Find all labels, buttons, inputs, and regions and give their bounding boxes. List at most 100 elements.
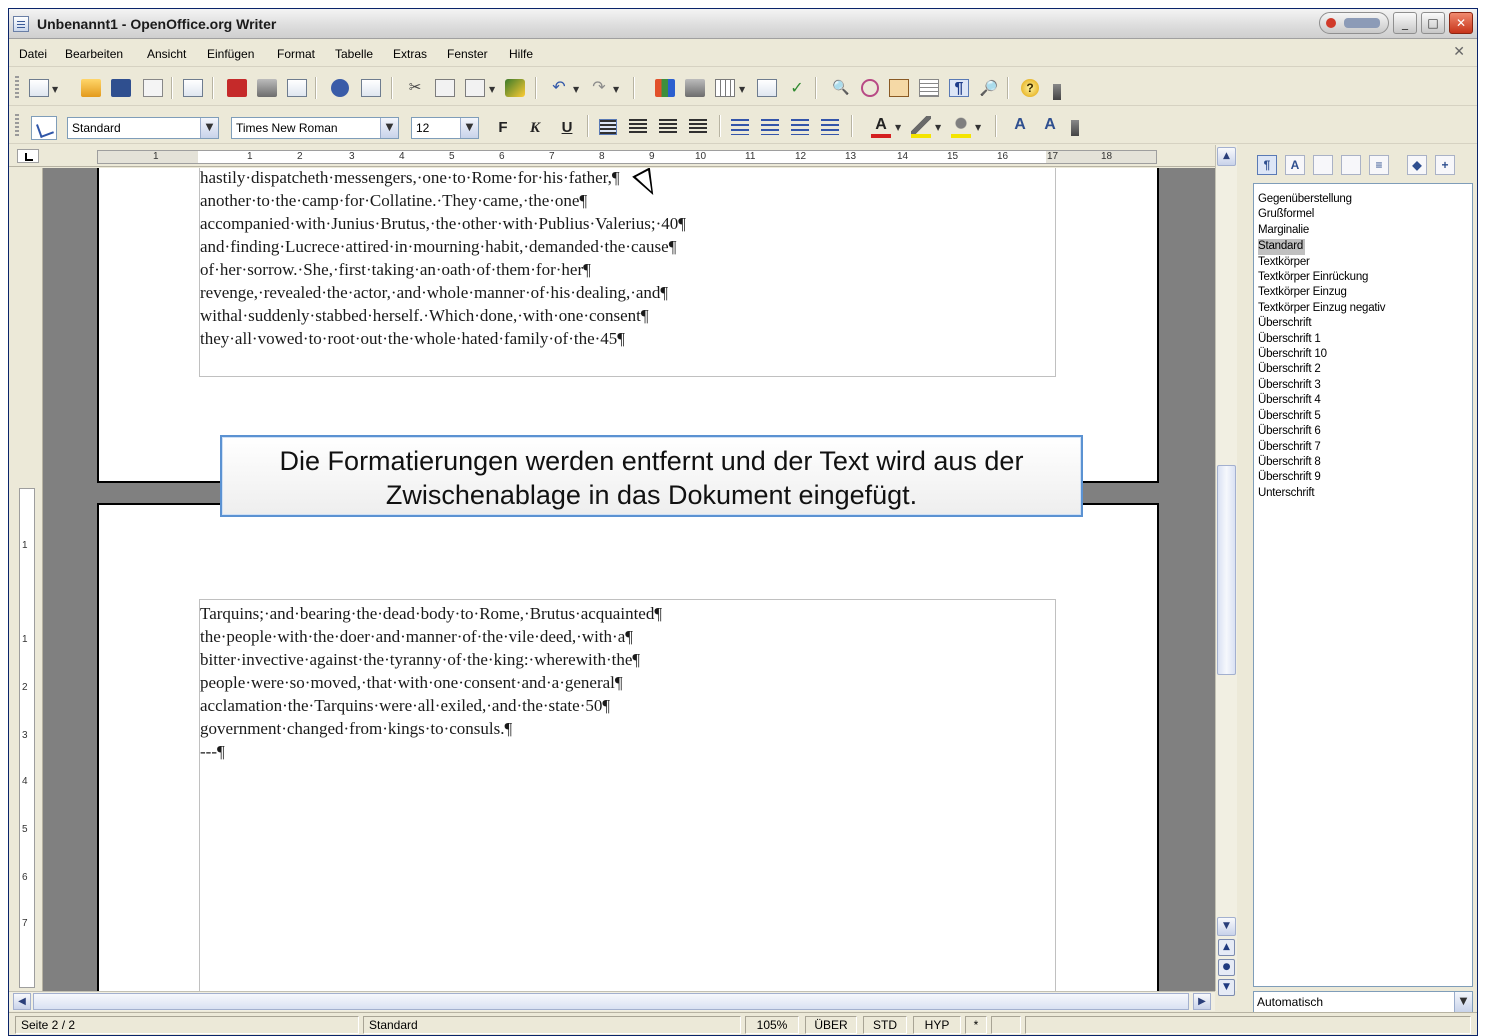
chevron-down-icon[interactable]: ▼ bbox=[460, 118, 478, 138]
zoom-indicator[interactable]: 105% bbox=[745, 1016, 799, 1034]
toolbar-more-icon[interactable] bbox=[1071, 120, 1079, 136]
highlight-dropdown-arrow-icon[interactable]: ▼ bbox=[935, 123, 941, 132]
new-style-from-selection-icon[interactable]: + bbox=[1435, 155, 1455, 175]
paragraph-format-icon[interactable]: A bbox=[1039, 116, 1061, 138]
selection-mode-indicator[interactable]: STD bbox=[863, 1016, 907, 1034]
text-line[interactable]: ---¶ bbox=[200, 740, 662, 763]
document-modified-indicator[interactable]: * bbox=[965, 1016, 987, 1034]
style-item[interactable]: Überschrift 5 bbox=[1258, 409, 1472, 424]
align-center-icon[interactable] bbox=[629, 119, 647, 135]
menu-tabelle[interactable]: Tabelle bbox=[335, 47, 373, 61]
horizontal-scroll-thumb[interactable] bbox=[33, 993, 1189, 1010]
scroll-left-button[interactable]: ◀ bbox=[13, 993, 31, 1010]
text-line[interactable]: of·her·sorrow.·She,·first·taking·an·oath… bbox=[200, 258, 686, 281]
page-1-text[interactable]: hastily·dispatcheth·messengers,·one·to·R… bbox=[200, 168, 686, 350]
undo-icon[interactable]: ↶ bbox=[549, 79, 569, 97]
save-disk-icon[interactable] bbox=[111, 79, 131, 97]
table-dropdown-arrow-icon[interactable]: ▼ bbox=[739, 85, 745, 94]
style-item-selected[interactable]: Standard bbox=[1258, 239, 1306, 255]
export-pdf-icon[interactable] bbox=[227, 79, 247, 97]
menu-hilfe[interactable]: Hilfe bbox=[509, 47, 533, 61]
cut-icon[interactable]: ✂ bbox=[405, 79, 425, 97]
style-item[interactable]: Textkörper Einrückung bbox=[1258, 270, 1472, 285]
text-line[interactable]: Tarquins;·and·bearing·the·dead·body·to·R… bbox=[200, 602, 662, 625]
style-item[interactable]: Überschrift 8 bbox=[1258, 455, 1472, 470]
style-item[interactable]: Überschrift 2 bbox=[1258, 362, 1472, 377]
tab-stop-type-icon[interactable] bbox=[17, 149, 39, 163]
text-line[interactable]: government·changed·from·kings·to·consuls… bbox=[200, 717, 662, 740]
chevron-down-icon[interactable]: ▼ bbox=[1454, 992, 1472, 1012]
styles-formatting-icon[interactable] bbox=[31, 116, 57, 140]
gallery-icon[interactable] bbox=[889, 79, 909, 97]
toolbar-grip[interactable] bbox=[15, 76, 19, 98]
digital-signature-indicator[interactable] bbox=[991, 1016, 1021, 1034]
menu-einfuegen[interactable]: Einfügen bbox=[207, 47, 254, 61]
help-icon[interactable]: ? bbox=[1021, 79, 1039, 97]
stylist-splitter[interactable] bbox=[1237, 145, 1247, 1011]
open-folder-icon[interactable] bbox=[81, 79, 101, 97]
check-icon[interactable]: ✓ bbox=[787, 79, 807, 97]
decrease-indent-icon[interactable] bbox=[791, 119, 809, 135]
font-color-dropdown-arrow-icon[interactable]: ▼ bbox=[895, 123, 901, 132]
menu-format[interactable]: Format bbox=[277, 47, 315, 61]
style-list[interactable]: Gegenüberstellung Grußformel Marginalie … bbox=[1253, 183, 1473, 987]
new-document-icon[interactable] bbox=[29, 79, 49, 97]
font-color-icon[interactable]: A bbox=[871, 116, 891, 138]
bold-button[interactable]: F bbox=[493, 118, 513, 138]
scroll-right-button[interactable]: ▶ bbox=[1193, 993, 1211, 1010]
text-line[interactable]: hastily·dispatcheth·messengers,·one·to·R… bbox=[200, 168, 686, 189]
frame-styles-icon[interactable] bbox=[1313, 155, 1333, 175]
spellcheck-icon[interactable] bbox=[331, 79, 349, 97]
page-styles-icon[interactable] bbox=[1341, 155, 1361, 175]
background-color-icon[interactable] bbox=[951, 116, 971, 138]
close-document-icon[interactable]: ✕ bbox=[1453, 44, 1465, 60]
next-page-icon[interactable]: ▼ bbox=[1218, 979, 1235, 996]
style-item[interactable]: Grußformel bbox=[1258, 207, 1472, 222]
menu-bearbeiten[interactable]: Bearbeiten bbox=[65, 47, 123, 61]
document-page-2[interactable]: Tarquins;·and·bearing·the·dead·body·to·R… bbox=[97, 503, 1159, 991]
text-line[interactable]: the·people·with·the·doer·and·manner·of·t… bbox=[200, 625, 662, 648]
menu-ansicht[interactable]: Ansicht bbox=[147, 47, 186, 61]
font-size-select[interactable]: 12 ▼ bbox=[411, 117, 479, 139]
menu-datei[interactable]: Datei bbox=[19, 47, 47, 61]
paragraph-styles-icon[interactable]: ¶ bbox=[1257, 155, 1277, 175]
page-2-text[interactable]: Tarquins;·and·bearing·the·dead·body·to·R… bbox=[200, 602, 662, 763]
style-item[interactable]: Marginalie bbox=[1258, 223, 1472, 238]
align-left-icon[interactable] bbox=[599, 119, 617, 135]
navigation-icon[interactable]: ● bbox=[1218, 959, 1235, 976]
vertical-scroll-thumb[interactable] bbox=[1217, 465, 1236, 675]
page-indicator[interactable]: Seite 2 / 2 bbox=[15, 1016, 359, 1034]
text-line[interactable]: people·were·so·moved,·that·with·one·cons… bbox=[200, 671, 662, 694]
close-button[interactable]: ✕ bbox=[1449, 12, 1473, 34]
paste-dropdown-arrow-icon[interactable]: ▼ bbox=[489, 85, 495, 94]
highlighting-icon[interactable] bbox=[911, 116, 931, 138]
text-line[interactable]: acclamation·the·Tarquins·were·all·exiled… bbox=[200, 694, 662, 717]
text-line[interactable]: accompanied·with·Junius·Brutus,·the·othe… bbox=[200, 212, 686, 235]
style-item[interactable]: Überschrift 3 bbox=[1258, 378, 1472, 393]
fill-format-mode-icon[interactable]: ◆ bbox=[1407, 155, 1427, 175]
chevron-down-icon[interactable]: ▼ bbox=[380, 118, 398, 138]
bullets-icon[interactable] bbox=[761, 119, 779, 135]
show-draw-functions-icon[interactable] bbox=[757, 79, 777, 97]
horizontal-ruler[interactable]: 1 1 2 3 4 5 6 7 8 9 10 11 12 13 14 15 16… bbox=[9, 145, 1215, 167]
scroll-up-button[interactable]: ▲ bbox=[1217, 147, 1236, 166]
hyperlink-mode-indicator[interactable]: HYP bbox=[913, 1016, 961, 1034]
font-name-select[interactable]: Times New Roman ▼ bbox=[231, 117, 399, 139]
style-item[interactable]: Überschrift 9 bbox=[1258, 470, 1472, 485]
text-boundary[interactable]: Tarquins;·and·bearing·the·dead·body·to·R… bbox=[199, 599, 1056, 991]
taskbar-extra-icon[interactable] bbox=[1319, 12, 1389, 34]
zoom-icon[interactable]: 🔎 bbox=[979, 79, 999, 97]
style-item[interactable]: Textkörper bbox=[1258, 255, 1472, 270]
edit-file-icon[interactable] bbox=[183, 79, 203, 97]
scroll-down-button[interactable]: ▼ bbox=[1217, 917, 1236, 936]
text-line[interactable]: withal·suddenly·stabbed·herself.·Which·d… bbox=[200, 304, 686, 327]
background-dropdown-arrow-icon[interactable]: ▼ bbox=[975, 123, 981, 132]
insert-table-icon[interactable] bbox=[715, 79, 735, 97]
formatting-marks-icon[interactable]: ¶ bbox=[949, 79, 969, 97]
horizontal-scrollbar[interactable]: ◀ ▶ bbox=[9, 991, 1215, 1011]
menu-extras[interactable]: Extras bbox=[393, 47, 427, 61]
print-icon[interactable] bbox=[257, 79, 277, 97]
paste-icon[interactable] bbox=[465, 79, 485, 97]
chevron-down-icon[interactable]: ▼ bbox=[200, 118, 218, 138]
increase-indent-icon[interactable] bbox=[821, 119, 839, 135]
